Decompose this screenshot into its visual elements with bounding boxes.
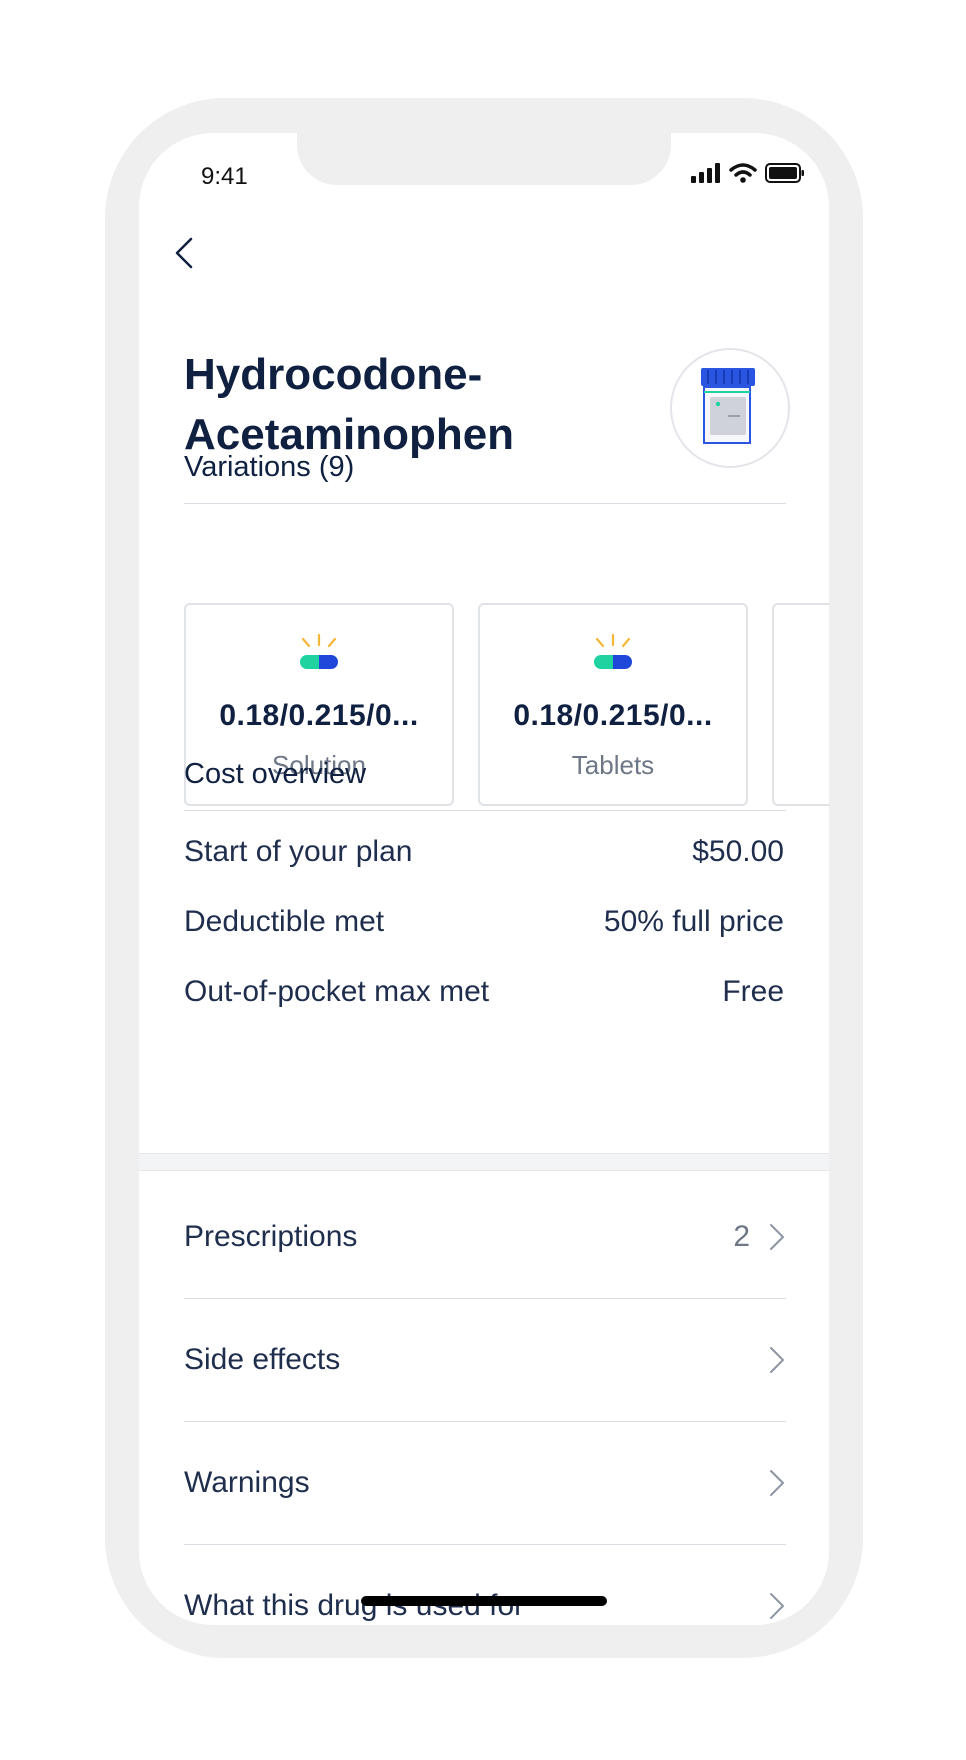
- divider: [184, 810, 786, 811]
- chevron-right-icon: [770, 1347, 784, 1373]
- chevron-right-icon: [770, 1593, 784, 1619]
- cost-row-value: Free: [722, 975, 784, 1008]
- device-notch: [297, 133, 671, 185]
- back-chevron-icon[interactable]: [167, 233, 207, 273]
- variation-card-partial[interactable]: [772, 603, 829, 806]
- cost-row-label: Deductible met: [184, 905, 385, 938]
- chevron-right-icon: [770, 1224, 784, 1250]
- nav-row-warnings[interactable]: Warnings: [184, 1422, 786, 1544]
- home-indicator[interactable]: [361, 1596, 607, 1606]
- drug-title: Hydrocodone-Acetaminophen: [184, 350, 515, 459]
- nav-row-label: Side effects: [184, 1343, 341, 1376]
- variation-card[interactable]: 0.18/0.215/0... Tablets: [478, 603, 748, 806]
- nav-row-prescriptions[interactable]: Prescriptions 2: [184, 1176, 786, 1298]
- divider: [184, 503, 786, 504]
- nav-row-label: Warnings: [184, 1466, 310, 1499]
- variations-heading: Variations (9): [184, 451, 355, 483]
- battery-icon: [765, 163, 804, 183]
- variation-form: Tablets: [571, 750, 655, 780]
- pill-bottle-icon: [701, 368, 755, 444]
- capsule-icon: [300, 633, 338, 669]
- cost-row-label: Out-of-pocket max met: [184, 975, 490, 1008]
- app-screen: 9:41 Hydrocodone-Acetaminophen Variation…: [139, 133, 829, 1625]
- capsule-icon: [594, 633, 632, 669]
- pill-bottle-image: [670, 348, 790, 468]
- cost-row: Out-of-pocket max met Free: [184, 975, 784, 1009]
- prescriptions-count: 2: [733, 1220, 750, 1253]
- section-separator: [139, 1153, 829, 1171]
- nav-row-drug-uses[interactable]: What this drug is used for: [184, 1545, 786, 1625]
- variation-strength: 0.18/0.215/0...: [513, 699, 713, 732]
- status-time: 9:41: [201, 163, 248, 190]
- nav-row-label: What this drug is used for: [184, 1589, 525, 1622]
- cost-row: Deductible met 50% full price: [184, 905, 784, 939]
- nav-row-side-effects[interactable]: Side effects: [184, 1299, 786, 1421]
- variation-strength: 0.18/0.215/0...: [219, 699, 419, 732]
- cost-overview-heading: Cost overview: [184, 758, 367, 790]
- cost-row-value: 50% full price: [603, 905, 784, 938]
- nav-row-right: 2: [733, 1220, 786, 1254]
- wifi-icon: [729, 163, 757, 183]
- cost-row: Start of your plan $50.00: [184, 835, 784, 869]
- chevron-right-icon: [770, 1470, 784, 1496]
- cost-row-label: Start of your plan: [184, 835, 413, 868]
- signal-icon: [691, 163, 720, 183]
- status-icons: [691, 163, 805, 183]
- cost-row-value: $50.00: [692, 835, 784, 868]
- nav-row-label: Prescriptions: [184, 1220, 358, 1253]
